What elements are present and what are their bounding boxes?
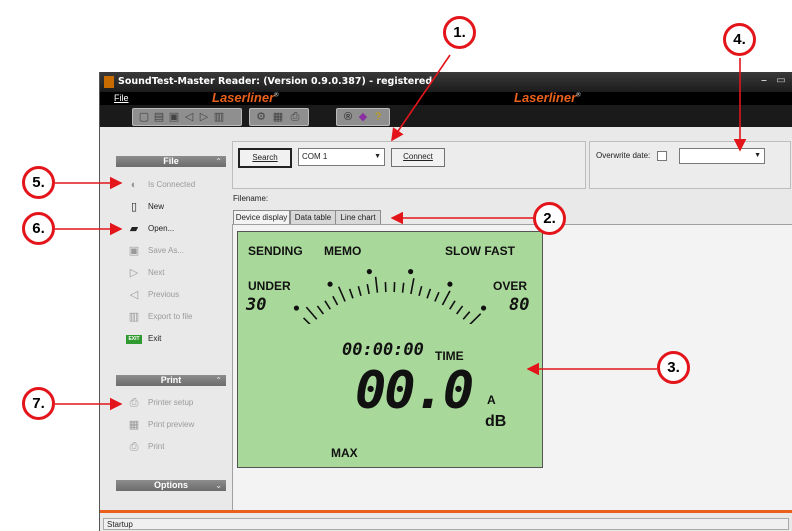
callout-1-arrow bbox=[391, 54, 451, 142]
callout-3: 3. bbox=[657, 351, 690, 384]
callout-6: 6. bbox=[22, 212, 55, 245]
callout-4: 4. bbox=[723, 23, 756, 56]
callout-2: 2. bbox=[533, 202, 566, 235]
callout-7: 7. bbox=[22, 387, 55, 420]
callout-1: 1. bbox=[443, 16, 476, 49]
callout-arrows bbox=[55, 54, 747, 411]
callout-5: 5. bbox=[22, 166, 55, 199]
